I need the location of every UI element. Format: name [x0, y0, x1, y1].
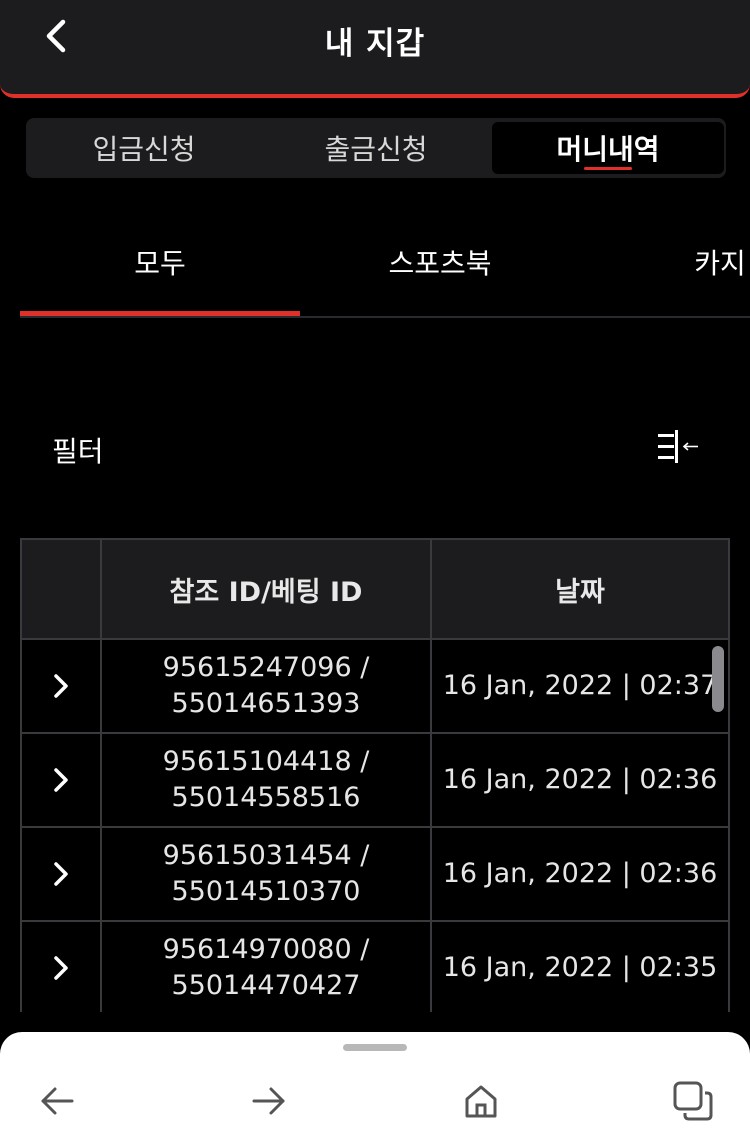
filter-collapse-button[interactable] — [654, 426, 702, 468]
chevron-right-icon — [54, 674, 68, 698]
forward-arrow-icon — [252, 1087, 285, 1115]
date-cell: 16 Jan, 2022 | 02:36 — [442, 764, 718, 795]
table-header-ref-id: 참조 ID/베팅 ID — [102, 540, 432, 638]
ref-bet-id-cell: 95614970080 / 55014470427 — [102, 922, 432, 1012]
table-header-date: 날짜 — [555, 576, 605, 608]
filter-collapse-icon — [658, 430, 698, 463]
ref-bet-id-cell: 95615104418 / 55014558516 — [102, 734, 432, 826]
chevron-right-icon — [54, 956, 68, 980]
bet-id: 55014558516 — [171, 782, 361, 813]
table-row: 95615247096 / 55014651393 16 Jan, 2022 |… — [22, 640, 728, 734]
ref-id: 95615247096 / — [162, 652, 370, 683]
browser-forward-button[interactable] — [244, 1076, 294, 1126]
browser-home-button[interactable] — [456, 1076, 506, 1126]
category-tab-bar: 모두 스포츠북 카지 — [20, 222, 750, 318]
tab-casino[interactable]: 카지 — [580, 222, 750, 316]
filter-label: 필터 — [52, 435, 104, 468]
ref-id: 95614970080 / — [162, 934, 370, 965]
ref-id: 95615104418 / — [162, 746, 370, 777]
ref-bet-id-cell: 95615247096 / 55014651393 — [102, 640, 432, 732]
tab-deposit-request[interactable]: 입금신청 — [28, 120, 260, 176]
tab-all[interactable]: 모두 — [20, 222, 300, 316]
page-title: 내 지갑 — [324, 26, 426, 62]
chevron-right-icon — [54, 768, 68, 792]
table-row: 95615031454 / 55014510370 16 Jan, 2022 |… — [22, 828, 728, 922]
expand-row-button[interactable] — [22, 640, 102, 732]
browser-bottom-bar — [0, 1032, 750, 1144]
tabs-icon — [673, 1081, 713, 1121]
browser-back-button[interactable] — [32, 1076, 82, 1126]
browser-tabs-button[interactable] — [668, 1076, 718, 1126]
bet-id: 55014470427 — [171, 970, 361, 1001]
tab-money-history[interactable]: 머니내역 — [492, 122, 724, 174]
table-header: 참조 ID/베팅 ID 날짜 — [22, 540, 728, 640]
chevron-right-icon — [54, 862, 68, 886]
bet-id: 55014510370 — [171, 876, 361, 907]
table-row: 95614970080 / 55014470427 16 Jan, 2022 |… — [22, 922, 728, 1012]
wallet-tab-bar: 입금신청 출금신청 머니내역 — [26, 118, 726, 178]
table-scrollbar[interactable] — [712, 646, 724, 712]
table-row: 95615104418 / 55014558516 16 Jan, 2022 |… — [22, 734, 728, 828]
date-cell: 16 Jan, 2022 | 02:36 — [442, 858, 718, 889]
date-cell: 16 Jan, 2022 | 02:35 — [442, 952, 718, 983]
expand-row-button[interactable] — [22, 828, 102, 920]
ref-bet-id-cell: 95615031454 / 55014510370 — [102, 828, 432, 920]
back-arrow-icon — [41, 1087, 74, 1115]
bet-id: 55014651393 — [171, 688, 361, 719]
table-header-expand — [22, 540, 102, 638]
app-header: 내 지갑 — [0, 0, 750, 98]
tab-withdraw-request[interactable]: 출금신청 — [260, 120, 492, 176]
home-icon — [465, 1085, 497, 1118]
ref-id: 95615031454 / — [162, 840, 370, 871]
expand-row-button[interactable] — [22, 734, 102, 826]
expand-row-button[interactable] — [22, 922, 102, 1012]
drag-handle[interactable] — [343, 1044, 407, 1051]
tab-sportsbook[interactable]: 스포츠북 — [300, 222, 580, 316]
date-cell: 16 Jan, 2022 | 02:37 — [442, 670, 718, 701]
money-history-table: 참조 ID/베팅 ID 날짜 95615247096 / 55014651393… — [20, 538, 730, 1012]
